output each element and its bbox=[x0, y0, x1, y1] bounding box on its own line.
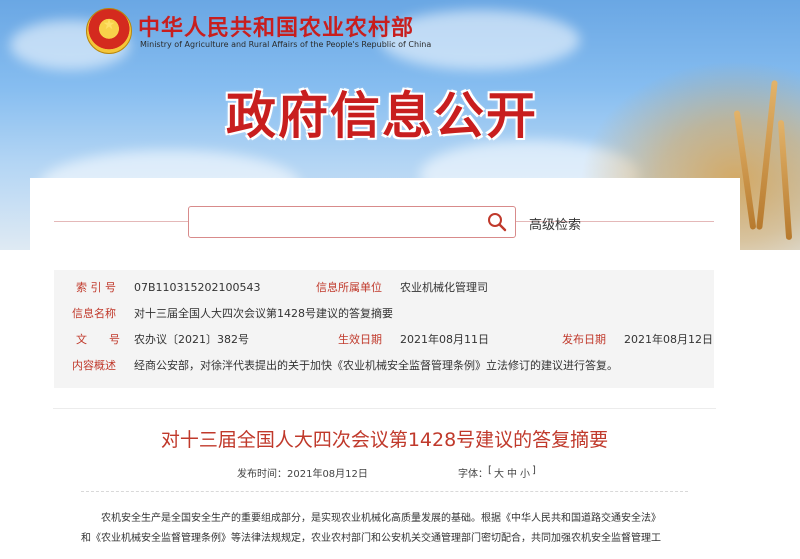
search-icon[interactable] bbox=[487, 212, 507, 232]
national-emblem-logo[interactable]: ★ bbox=[86, 8, 132, 54]
publish-date-value: 2021年08月12日 bbox=[624, 333, 713, 346]
metadata-row: 内容概述 经商公安部，对徐泮代表提出的关于加快《农业机械安全监督管理条例》立法修… bbox=[54, 352, 714, 380]
metadata-row: 文 号 农办议〔2021〕382号 生效日期 2021年08月11日 发布日期 … bbox=[54, 326, 714, 354]
index-number-label: 索 引 号 bbox=[76, 281, 116, 294]
font-size-label: 字体： bbox=[458, 469, 488, 480]
ministry-name-en: Ministry of Agriculture and Rural Affair… bbox=[140, 40, 432, 49]
content-summary-label: 内容概述 bbox=[72, 359, 116, 372]
metadata-row: 信息名称 对十三届全国人大四次会议第1428号建议的答复摘要 bbox=[54, 300, 714, 328]
publish-date-label: 发布日期 bbox=[562, 333, 606, 346]
index-number-value: 07B110315202100543 bbox=[134, 281, 261, 294]
search-box[interactable] bbox=[188, 206, 516, 238]
owning-unit-value: 农业机械化管理司 bbox=[400, 281, 488, 294]
effective-date-label: 生效日期 bbox=[338, 333, 382, 346]
owning-unit-label: 信息所属单位 bbox=[316, 281, 382, 294]
ministry-name-cn[interactable]: 中华人民共和国农业农村部 bbox=[138, 10, 414, 42]
info-name-value: 对十三届全国人大四次会议第1428号建议的答复摘要 bbox=[134, 307, 393, 320]
advanced-search-link[interactable]: 高级检索 bbox=[529, 214, 581, 233]
star-icon: ★ bbox=[102, 17, 116, 33]
article-title: 对十三届全国人大四次会议第1428号建议的答复摘要 bbox=[160, 429, 609, 451]
page-heading: 政府信息公开 bbox=[226, 87, 538, 145]
content-summary-value: 经商公安部，对徐泮代表提出的关于加快《农业机械安全监督管理条例》立法修订的建议进… bbox=[134, 359, 618, 372]
document-number-label: 文 号 bbox=[76, 333, 120, 346]
metadata-row: 索 引 号 07B110315202100543 信息所属单位 农业机械化管理司 bbox=[54, 274, 714, 302]
font-size-bracket-close: ] bbox=[532, 465, 536, 476]
publish-time-label: 发布时间： bbox=[237, 469, 287, 480]
article-paragraph-line: 和《农业机械安全监督管理条例》等法律法规规定，农业农村部门和公安机关交通管理部门… bbox=[81, 533, 661, 544]
info-name-label: 信息名称 bbox=[72, 307, 116, 320]
effective-date-value: 2021年08月11日 bbox=[400, 333, 489, 346]
font-size-medium-button[interactable]: 中 bbox=[507, 465, 517, 480]
search-bar: 高级检索 bbox=[30, 178, 740, 258]
font-size-large-button[interactable]: 大 bbox=[494, 465, 504, 480]
search-input[interactable] bbox=[197, 211, 481, 235]
document-number-value: 农办议〔2021〕382号 bbox=[134, 333, 249, 346]
document-metadata-table: 索 引 号 07B110315202100543 信息所属单位 农业机械化管理司… bbox=[54, 270, 714, 388]
article-paragraph-line: 农机安全生产是全国安全生产的重要组成部分，是实现农业机械化高质量发展的基础。根据… bbox=[101, 513, 661, 524]
article-panel: 对十三届全国人大四次会议第1428号建议的答复摘要 发布时间： 2021年08月… bbox=[53, 408, 716, 559]
publish-time-value: 2021年08月12日 bbox=[287, 469, 368, 480]
font-size-small-button[interactable]: 小 bbox=[520, 465, 530, 480]
article-divider bbox=[81, 491, 688, 493]
font-size-bracket-open: [ bbox=[488, 465, 492, 476]
article-body: 农机安全生产是全国安全生产的重要组成部分，是实现农业机械化高质量发展的基础。根据… bbox=[81, 509, 688, 549]
